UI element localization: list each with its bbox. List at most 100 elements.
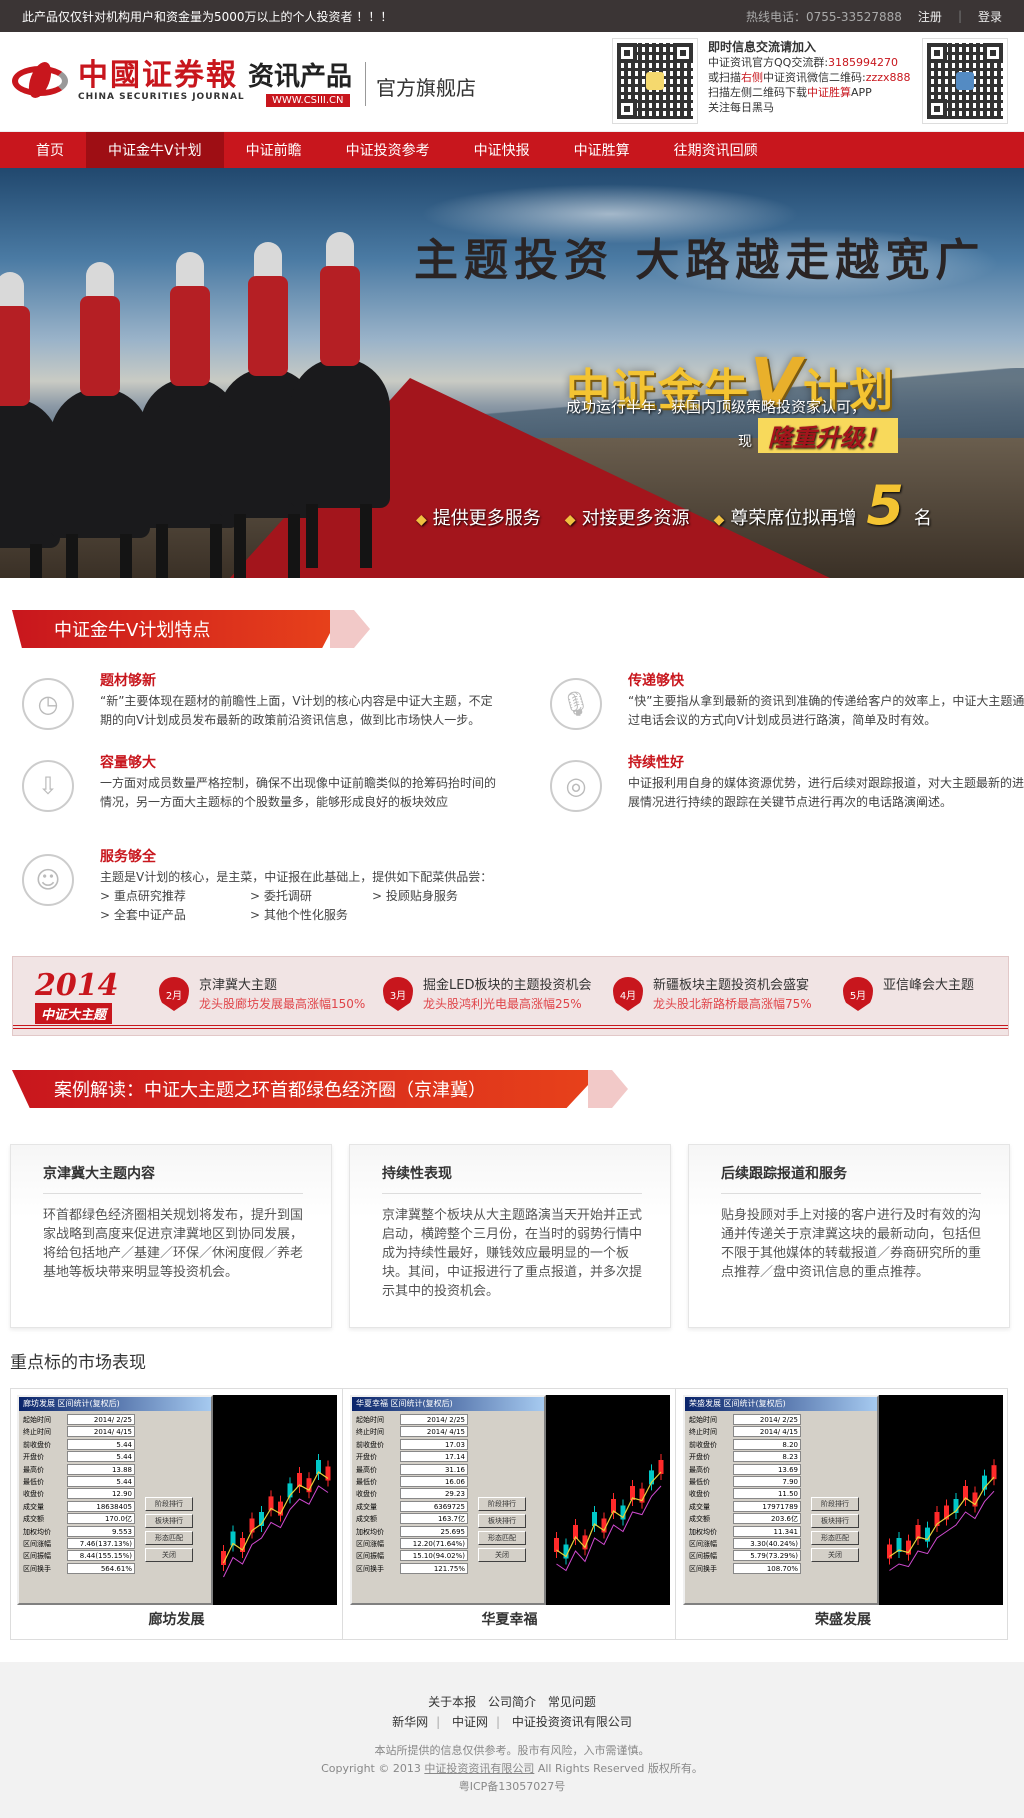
moving-average-line bbox=[556, 1471, 662, 1558]
nav-archive[interactable]: 往期资讯回顾 bbox=[652, 132, 780, 168]
nav-v-plan[interactable]: 中证金牛V计划 bbox=[86, 132, 224, 168]
case-card: 京津冀大主题内容 环首都绿色经济圈相关规划将发布，提升到国家战略到高度来促进京津… bbox=[10, 1144, 332, 1328]
banner-feature-3: 尊荣席位拟再增 bbox=[730, 508, 857, 529]
stat-row: 收盘价 11.50 bbox=[689, 1488, 801, 1500]
footer-link-cs[interactable]: 中证网 bbox=[452, 1715, 488, 1729]
candlestick-chart bbox=[554, 1454, 664, 1572]
panel-button[interactable]: 关闭 bbox=[811, 1548, 859, 1562]
panel-button[interactable]: 阶段排行 bbox=[811, 1497, 859, 1511]
footer-link-company[interactable]: 公司简介 bbox=[488, 1695, 536, 1709]
interval-stats-panel: 荣盛发展 区间统计(复权后) 起始时间 2014/ 2/25 终止时间 2014/ 4/… bbox=[683, 1395, 879, 1605]
moving-average-line bbox=[889, 1490, 995, 1571]
footer-link-about[interactable]: 关于本报 bbox=[428, 1695, 476, 1709]
features-section-title: 中证金牛V计划特点 bbox=[12, 610, 370, 648]
stat-row: 加权均价 9.553 bbox=[23, 1525, 135, 1538]
panel-button[interactable]: 板块排行 bbox=[811, 1514, 859, 1528]
case-card: 持续性表现 京津冀整个板块从大主题路演当天开始并正式启动，横跨整个三月份，在当时… bbox=[349, 1144, 671, 1328]
stat-label: 最低价 bbox=[23, 1478, 44, 1487]
wechat-text-red: 右侧 bbox=[741, 71, 763, 84]
logo-emblem-icon bbox=[12, 58, 68, 104]
feature-title: 传递够快 bbox=[628, 673, 684, 689]
stock-stats-screenshot: 廊坊发展 区间统计(复权后) 起始时间 2014/ 2/25 终止时间 2014/ 4/… bbox=[17, 1395, 337, 1605]
stat-row: 区间涨幅 3.30(40.24%) bbox=[689, 1538, 801, 1550]
nav-flash[interactable]: 中证快报 bbox=[452, 132, 552, 168]
panel-button[interactable]: 形态匹配 bbox=[478, 1531, 526, 1545]
panel-button[interactable]: 形态匹配 bbox=[145, 1531, 193, 1545]
upgrade-label: 隆重升级！ bbox=[758, 418, 898, 453]
footer-link-xinhua[interactable]: 新华网 bbox=[392, 1715, 428, 1729]
stock-name: 华夏幸福 bbox=[481, 1612, 538, 1628]
timeline-item[interactable]: 2月 京津冀大主题 龙头股廊坊发展最高涨幅150% bbox=[159, 977, 365, 1013]
stat-value: 12.90 bbox=[67, 1488, 135, 1500]
moving-average-line bbox=[223, 1485, 329, 1578]
stat-row: 起始时间 2014/ 2/25 bbox=[356, 1414, 468, 1426]
panel-header: 华夏幸福 区间统计(复权后) bbox=[352, 1397, 544, 1411]
stat-label: 开盘价 bbox=[23, 1453, 44, 1462]
timeline-title: 京津冀大主题 bbox=[199, 978, 278, 993]
case-card-body: 贴身投顾对手上对接的客户进行及时有效的沟通并传递关于京津冀这块的最新动向，包括但… bbox=[721, 1208, 982, 1280]
panel-button[interactable]: 阶段排行 bbox=[478, 1497, 526, 1511]
site-logo[interactable]: 中國证券報 CHINA SECURITIES JOURNAL bbox=[12, 58, 245, 104]
panel-button[interactable]: 关闭 bbox=[478, 1548, 526, 1562]
nav-outlook[interactable]: 中证前瞻 bbox=[224, 132, 324, 168]
panel-button[interactable]: 板块排行 bbox=[145, 1514, 193, 1528]
nav-shengsuan[interactable]: 中证胜算 bbox=[552, 132, 652, 168]
login-link[interactable]: 登录 bbox=[978, 8, 1002, 25]
stat-row: 起始时间 2014/ 2/25 bbox=[23, 1414, 135, 1426]
seat-count: 5 bbox=[866, 474, 904, 537]
panel-button[interactable]: 关闭 bbox=[145, 1548, 193, 1562]
header-divider bbox=[365, 62, 366, 106]
stat-label: 成交量 bbox=[356, 1502, 377, 1511]
product-label: 资讯产品 WWW.CSIII.CN bbox=[248, 62, 352, 107]
timeline-item[interactable]: 3月 掘金LED板块的主题投资机会 龙头股鸿利光电最高涨幅25% bbox=[383, 977, 591, 1013]
stat-row: 最低价 7.90 bbox=[689, 1476, 801, 1488]
stat-label: 区间涨幅 bbox=[356, 1540, 384, 1549]
stat-row: 加权均价 25.695 bbox=[356, 1525, 468, 1538]
panel-button[interactable]: 阶段排行 bbox=[145, 1497, 193, 1511]
case-card-body: 环首都绿色经济圈相关规划将发布，提升到国家战略到高度来促进京津冀地区到协同发展，… bbox=[43, 1208, 304, 1280]
stat-label: 最高价 bbox=[689, 1465, 710, 1474]
stat-row: 区间换手 564.61% bbox=[23, 1562, 135, 1575]
stat-label: 区间涨幅 bbox=[689, 1540, 717, 1549]
stat-value: 2014/ 2/25 bbox=[400, 1414, 468, 1425]
timeline-item[interactable]: 5月 亚信峰会大主题 bbox=[843, 977, 974, 1011]
stat-value: 2014/ 4/15 bbox=[67, 1426, 135, 1438]
stat-label: 最高价 bbox=[23, 1465, 44, 1474]
footer-link-faq[interactable]: 常见问题 bbox=[548, 1695, 596, 1709]
footer-links: 关于本报 公司简介 常见问题 新华网 | 中证网 | 中证投资资讯有限公司 bbox=[392, 1695, 632, 1729]
stat-value: 3.30(40.24%) bbox=[733, 1538, 801, 1550]
hero-banner[interactable]: 主题投资 大路越走越宽广 中证金牛V计划 成功运行半年，获国内顶级策略投资家认可… bbox=[0, 168, 1024, 578]
case-card-body: 京津冀整个板块从大主题路演当天开始并正式启动，横跨整个三月份，在当时的弱势行情中… bbox=[382, 1208, 643, 1299]
copyright-company-link[interactable]: 中证投资资讯有限公司 bbox=[424, 1762, 534, 1775]
topic-timeline: 2014 中证大主题 2月 京津冀大主题 龙头股廊坊发展最高涨幅150% 3月 掘… bbox=[12, 956, 1009, 1036]
icp-number[interactable]: 粤ICP备13057027号 bbox=[0, 1778, 1024, 1796]
nav-home[interactable]: 首页 bbox=[14, 132, 86, 168]
panel-button[interactable]: 板块排行 bbox=[478, 1514, 526, 1528]
footer-link-company-site[interactable]: 中证投资资讯有限公司 bbox=[512, 1715, 632, 1729]
stat-label: 终止时间 bbox=[689, 1428, 717, 1437]
main-nav: 首页 中证金牛V计划 中证前瞻 中证投资参考 中证快报 中证胜算 往期资讯回顾 bbox=[0, 132, 1024, 168]
copyright-text-b: All Rights Reserved 版权所有。 bbox=[534, 1762, 703, 1775]
stock-performance-item[interactable]: 华夏幸福 区间统计(复权后) 起始时间 2014/ 2/25 终止时间 2014/ 4/… bbox=[344, 1389, 676, 1639]
service-list: > 重点研究推荐 > 委托调研 > 投顾贴身服务 > 全套中证产品 > 其他个性… bbox=[100, 888, 502, 924]
stat-row: 最低价 5.44 bbox=[23, 1476, 135, 1488]
banner-features: ◆ 提供更多服务 ◆ 对接更多资源 ◆ 尊荣席位拟再增 5 名 bbox=[416, 479, 932, 533]
moving-average-line bbox=[556, 1485, 662, 1572]
timeline-title: 新疆板块主题投资机会盛宴 bbox=[653, 978, 810, 993]
map-pin-icon: 4月 bbox=[613, 977, 643, 1011]
register-link[interactable]: 注册 bbox=[918, 8, 942, 25]
nav-investment-ref[interactable]: 中证投资参考 bbox=[324, 132, 452, 168]
timeline-detail: 龙头股鸿利光电最高涨幅25% bbox=[423, 997, 582, 1011]
microphone-icon: 🎙 bbox=[550, 678, 602, 730]
stat-label: 区间振幅 bbox=[356, 1552, 384, 1561]
stat-value: 564.61% bbox=[67, 1562, 135, 1574]
service-item: > 投顾贴身服务 bbox=[372, 889, 458, 903]
app-qr-code bbox=[612, 38, 698, 124]
stat-label: 成交额 bbox=[23, 1515, 44, 1524]
stock-performance-item[interactable]: 廊坊发展 区间统计(复权后) 起始时间 2014/ 2/25 终止时间 2014/ 4/… bbox=[11, 1389, 343, 1639]
panel-button[interactable]: 形态匹配 bbox=[811, 1531, 859, 1545]
feature-desc: 中证报利用自身的媒体资源优势，进行后续对跟踪报道，对大主题最新的进展情况进行持续… bbox=[628, 776, 1024, 809]
stock-performance-item[interactable]: 荣盛发展 区间统计(复权后) 起始时间 2014/ 2/25 终止时间 2014/ 4/… bbox=[677, 1389, 1009, 1639]
timeline-item[interactable]: 4月 新疆板块主题投资机会盛宴 龙头股北新路桥最高涨幅75% bbox=[613, 977, 812, 1013]
stat-label: 开盘价 bbox=[356, 1453, 377, 1462]
